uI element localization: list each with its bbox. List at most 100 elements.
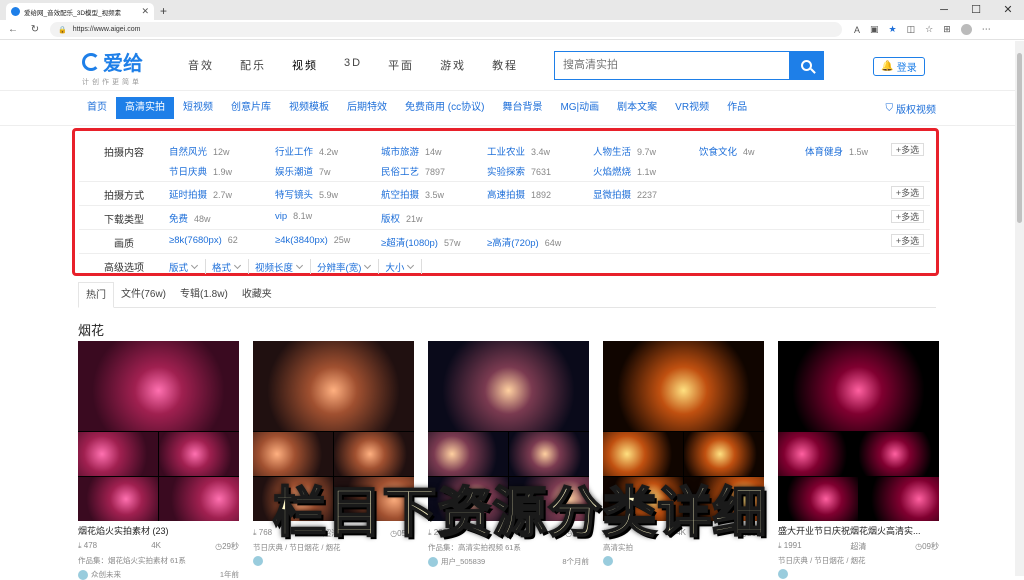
dropdown-size[interactable]: 大小 xyxy=(385,259,423,274)
filter-option[interactable]: 城市旅游 14w xyxy=(381,144,487,158)
address-bar[interactable]: 🔒 https://www.aigei.com xyxy=(50,22,842,37)
card-thumbnail[interactable] xyxy=(778,341,939,521)
back-icon[interactable]: ← xyxy=(6,24,20,35)
subnav-short-video[interactable]: 短视频 xyxy=(174,97,222,119)
browser-tab[interactable]: 爱给网_音效配乐_3D模型_视频素 ✕ xyxy=(6,3,154,20)
minimize-icon[interactable]: ─ xyxy=(928,0,960,20)
filter-option[interactable]: 延时拍摄 2.7w xyxy=(169,187,275,202)
multi-select-button[interactable]: +多选 xyxy=(891,186,924,199)
dropdown-resolution[interactable]: 分辨率(宽) xyxy=(317,259,380,274)
multi-select-button[interactable]: +多选 xyxy=(891,210,924,223)
collections-icon[interactable]: ◫ xyxy=(907,24,916,35)
card-thumbnail[interactable] xyxy=(78,341,239,521)
logo-text: 爱给 xyxy=(103,53,143,75)
resource-card[interactable]: 盛大开业节日庆祝烟花烟火高清实... ⤓ 1991 超清 ◷09秒 节日庆典 / 节日烟… xyxy=(778,341,939,580)
profile-icon[interactable] xyxy=(960,24,972,35)
login-button[interactable]: 🔔 登录 xyxy=(873,57,925,76)
filter-option[interactable]: 娱乐潮道 7w xyxy=(275,164,381,178)
filter-option[interactable]: ≥超清(1080p) 57w xyxy=(381,235,487,250)
filter-option[interactable]: 饮食文化 4w xyxy=(699,144,805,158)
more-icon[interactable]: ⋯ xyxy=(982,24,991,35)
multi-select-button[interactable]: +多选 xyxy=(891,234,924,247)
subnav-stage-background[interactable]: 舞台背景 xyxy=(493,97,551,119)
filter-option[interactable]: 节日庆典 1.9w xyxy=(169,164,275,178)
filter-option[interactable]: 航空拍摄 3.5w xyxy=(381,187,487,202)
filter-option[interactable]: 自然风光 12w xyxy=(169,144,275,158)
subnav-works[interactable]: 作品 xyxy=(718,97,756,119)
nav-tutorial[interactable]: 教程 xyxy=(492,57,518,73)
page-scrollbar[interactable] xyxy=(1015,41,1024,576)
duration-label: ◷29秒 xyxy=(215,542,239,551)
browser-tab-bar: 爱给网_音效配乐_3D模型_视频素 ✕ + ─ ☐ ✕ xyxy=(0,0,1024,20)
card-collection[interactable]: 作品集：烟花焰火实拍素材 61系 xyxy=(78,555,239,566)
card-title[interactable]: 烟花焰火实拍素材 (23) xyxy=(78,524,239,537)
subnav-vr-video[interactable]: VR视频 xyxy=(666,97,718,119)
subnav-post-effects[interactable]: 后期特效 xyxy=(338,97,396,119)
favorite-star-icon[interactable]: ★ xyxy=(889,24,897,35)
nav-music[interactable]: 配乐 xyxy=(240,57,266,73)
nav-game[interactable]: 游戏 xyxy=(440,57,466,73)
nav-video[interactable]: 视频 xyxy=(292,57,318,73)
filter-option[interactable]: 火焰燃烧 1.1w xyxy=(593,164,699,178)
filter-option[interactable]: 人物生活 9.7w xyxy=(593,144,699,158)
tab-hot[interactable]: 热门 xyxy=(78,282,114,308)
filter-option[interactable]: 显微拍摄 2237 xyxy=(593,187,699,202)
filter-option-label: 火焰燃烧 xyxy=(593,167,632,178)
filter-option[interactable]: 工业农业 3.4w xyxy=(487,144,593,158)
card-title[interactable]: 盛大开业节日庆祝烟花烟火高清实... xyxy=(778,524,939,537)
filter-option-label: vip xyxy=(275,211,288,222)
reader-icon[interactable]: ▣ xyxy=(870,24,879,35)
close-window-icon[interactable]: ✕ xyxy=(992,0,1024,20)
filter-option[interactable]: 免费 48w xyxy=(169,211,275,226)
subnav-home[interactable]: 首页 xyxy=(78,97,116,119)
dropdown-file-type[interactable]: 格式 xyxy=(212,259,250,274)
subnav-script[interactable]: 剧本文案 xyxy=(608,97,666,119)
filter-option[interactable]: 实验探索 7631 xyxy=(487,164,593,178)
filter-option[interactable]: 行业工作 4.2w xyxy=(275,144,381,158)
author[interactable] xyxy=(253,556,266,567)
scrollbar-thumb[interactable] xyxy=(1017,53,1022,223)
author[interactable]: 用户_505839 xyxy=(428,556,485,568)
site-logo[interactable]: 爱给 计创作更简单 xyxy=(82,47,143,87)
filter-option[interactable]: 特写镜头 5.9w xyxy=(275,187,381,202)
close-tab-icon[interactable]: ✕ xyxy=(141,6,149,17)
reload-icon[interactable]: ↻ xyxy=(28,24,42,35)
nav-audio[interactable]: 音效 xyxy=(188,57,214,73)
subnav-creative-library[interactable]: 创意片库 xyxy=(222,97,280,119)
dropdown-duration[interactable]: 视频长度 xyxy=(255,259,312,274)
filter-option[interactable]: vip 8.1w xyxy=(275,211,381,226)
new-tab-icon[interactable]: + xyxy=(154,4,173,20)
maximize-icon[interactable]: ☐ xyxy=(960,0,992,20)
filter-option[interactable]: ≥8k(7680px) 62 xyxy=(169,235,275,250)
extensions-icon[interactable]: ⊞ xyxy=(943,24,951,35)
author[interactable]: 众创未来 xyxy=(78,569,121,580)
read-aloud-icon[interactable]: A xyxy=(854,25,860,35)
author[interactable] xyxy=(778,569,791,580)
subnav-video-template[interactable]: 视频模板 xyxy=(280,97,338,119)
multi-select-button[interactable]: +多选 xyxy=(891,143,924,156)
search-input[interactable] xyxy=(555,52,789,79)
filter-option[interactable]: 版权 21w xyxy=(381,211,487,226)
filter-option[interactable]: ≥高清(720p) 64w xyxy=(487,235,593,250)
filter-option-label: ≥超清(1080p) xyxy=(381,238,438,249)
tab-files[interactable]: 文件(76w) xyxy=(114,282,173,307)
copyright-video-link[interactable]: ⛉ 版权视频 xyxy=(886,101,937,116)
filter-option[interactable]: ≥4k(3840px) 25w xyxy=(275,235,381,250)
subnav-hd-footage[interactable]: 高清实拍 xyxy=(116,97,174,119)
subnav-free-commercial[interactable]: 免费商用 (cc协议) xyxy=(396,97,493,119)
card-author-row xyxy=(603,556,764,567)
nav-3d[interactable]: 3D xyxy=(344,57,362,73)
nav-graphic[interactable]: 平面 xyxy=(388,57,414,73)
dropdown-label: 版式 xyxy=(169,262,189,274)
filter-option[interactable]: 高速拍摄 1892 xyxy=(487,187,593,202)
resource-card[interactable]: 烟花焰火实拍素材 (23) ⤓ 478 4K ◷29秒 作品集：烟花焰火实拍素材 61系… xyxy=(78,341,239,580)
dropdown-format[interactable]: 版式 xyxy=(169,259,207,274)
search-button[interactable] xyxy=(789,52,823,79)
tab-albums[interactable]: 专辑(1.8w) xyxy=(173,282,235,307)
author[interactable] xyxy=(603,556,616,567)
card-collection[interactable]: 节日庆典 / 节日烟花 / 烟花 xyxy=(778,555,939,566)
favorites-icon[interactable]: ☆ xyxy=(925,24,933,35)
subnav-mg-animation[interactable]: MG|动画 xyxy=(551,97,608,119)
tab-favorites[interactable]: 收藏夹 xyxy=(235,282,279,307)
filter-option[interactable]: 民俗工艺 7897 xyxy=(381,164,487,178)
